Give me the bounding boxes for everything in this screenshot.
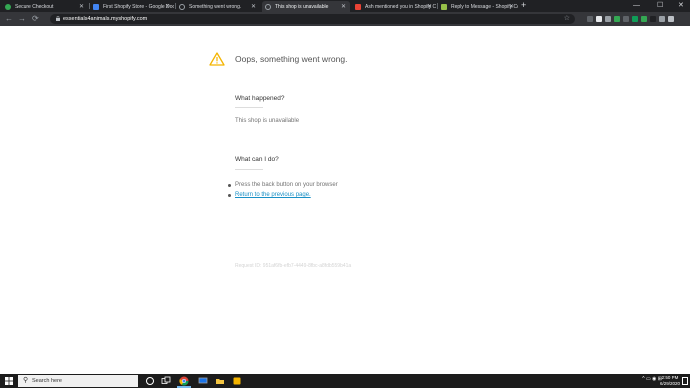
extension-icon[interactable]	[668, 16, 674, 22]
page-title: Oops, something went wrong.	[235, 54, 348, 64]
monitor-app-icon[interactable]	[198, 376, 208, 386]
close-icon[interactable]: ✕	[165, 3, 170, 10]
request-id: Request ID: 951af6fb-efb7-4449-8fbc-a8fd…	[235, 263, 352, 269]
press-back-text: Press the back button on your browser	[235, 182, 338, 188]
close-icon[interactable]: ✕	[427, 3, 432, 10]
url-text: essentials4animals.myshopify.com	[63, 16, 148, 22]
tab-title: Secure Checkout	[15, 3, 54, 10]
error-reason: This shop is unavailable	[235, 118, 300, 124]
close-window-button[interactable]: ✕	[678, 0, 684, 11]
chrome-icon[interactable]	[179, 376, 189, 386]
what-can-i-do-heading: What can I do?	[235, 156, 279, 163]
tab-something-went-wrong[interactable]: Something went wrong. ✕	[176, 1, 260, 12]
bullet	[228, 183, 231, 187]
shopify-favicon-icon	[441, 3, 447, 10]
tab-title: Reply to Message - Shopify Comm	[451, 3, 518, 10]
tab-title: Something went wrong.	[189, 3, 242, 10]
heading-divider	[235, 169, 263, 170]
search-icon: ⚲	[23, 377, 29, 384]
gmail-favicon-icon	[355, 3, 361, 10]
docs-favicon-icon	[93, 3, 99, 10]
extension-icon[interactable]	[632, 16, 638, 22]
extension-icon[interactable]	[605, 16, 611, 22]
file-explorer-icon[interactable]	[215, 376, 225, 386]
bookmark-star-icon[interactable]: ☆	[564, 14, 570, 24]
what-happened-heading: What happened?	[235, 95, 285, 102]
return-previous-page-link[interactable]: Return to the previous page.	[235, 192, 311, 198]
heading-divider	[235, 107, 263, 108]
notification-icon[interactable]	[682, 377, 688, 385]
windows-start-icon[interactable]	[5, 377, 13, 385]
windows-taskbar: ⚲ Search here ^ ▭ ◉ ⊞ 2:50 PM 6/29/2020	[0, 374, 690, 388]
reload-button[interactable]: ⟳	[32, 13, 39, 25]
tab-title: First Shopify Store - Google Docs	[103, 3, 174, 10]
forward-button[interactable]: →	[18, 13, 26, 25]
bullet	[228, 193, 231, 197]
extension-icon[interactable]	[641, 16, 647, 22]
extension-icon[interactable]	[596, 16, 602, 22]
tab-shop-unavailable[interactable]: This shop is unavailable ✕	[262, 1, 350, 12]
search-placeholder: Search here	[32, 378, 62, 384]
action-list: Press the back button on your browser Re…	[228, 180, 338, 200]
globe-favicon-icon	[179, 3, 185, 10]
tab-shopify-community[interactable]: Reply to Message - Shopify Comm ✕	[438, 1, 518, 12]
tab-title: Ash mentioned you in Shopify Co	[365, 3, 436, 10]
cortana-icon[interactable]	[145, 376, 155, 386]
warning-icon	[209, 52, 225, 66]
tab-google-docs[interactable]: First Shopify Store - Google Docs ✕	[90, 1, 174, 12]
app-icon[interactable]	[232, 376, 242, 386]
extension-icon[interactable]	[587, 16, 593, 22]
close-icon[interactable]: ✕	[341, 3, 346, 10]
extension-icon[interactable]	[659, 16, 665, 22]
lock-icon	[56, 16, 60, 21]
date-text: 6/29/2020	[659, 381, 680, 386]
address-bar[interactable]: essentials4animals.myshopify.com ☆	[50, 14, 575, 24]
list-item: Return to the previous page.	[228, 190, 338, 200]
tab-strip: Secure Checkout ✕ First Shopify Store - …	[0, 0, 690, 12]
tab-title: This shop is unavailable	[275, 3, 329, 10]
globe-favicon-icon	[265, 3, 271, 10]
browser-toolbar: ← → ⟳ essentials4animals.myshopify.com ☆	[0, 12, 690, 26]
new-tab-button[interactable]: +	[521, 0, 526, 10]
taskbar-clock[interactable]: 2:50 PM 6/29/2020	[660, 375, 680, 387]
maximize-button[interactable]: ☐	[657, 0, 663, 11]
list-item: Press the back button on your browser	[228, 180, 338, 190]
close-icon[interactable]: ✕	[251, 3, 256, 10]
close-icon[interactable]: ✕	[509, 3, 514, 10]
extension-icon[interactable]	[614, 16, 620, 22]
lock-favicon-icon	[5, 3, 11, 10]
tab-gmail-mention[interactable]: Ash mentioned you in Shopify Co ✕	[352, 1, 436, 12]
taskbar-search-box[interactable]: ⚲ Search here	[18, 375, 138, 387]
minimize-button[interactable]: —	[633, 0, 640, 11]
extension-icon[interactable]	[623, 16, 629, 22]
back-button[interactable]: ←	[5, 13, 13, 25]
task-view-icon[interactable]	[161, 376, 171, 386]
close-icon[interactable]: ✕	[79, 3, 84, 10]
extension-icon[interactable]	[650, 16, 656, 22]
tab-secure-checkout[interactable]: Secure Checkout ✕	[2, 1, 88, 12]
